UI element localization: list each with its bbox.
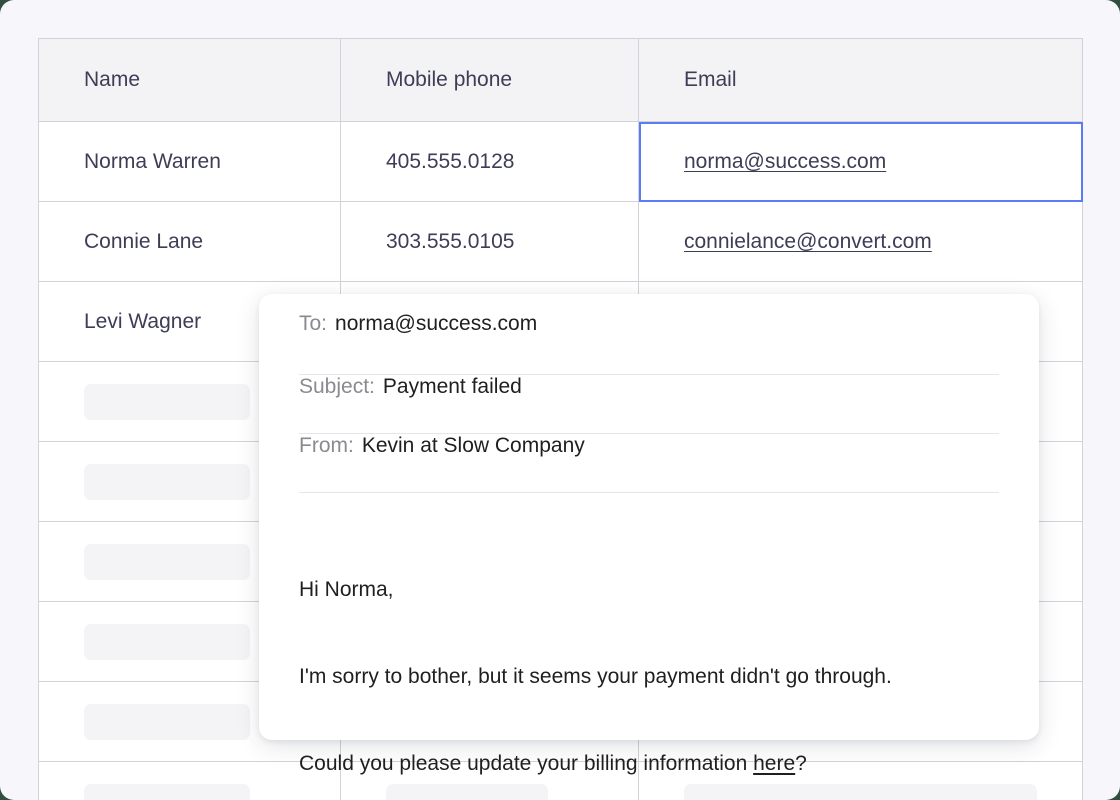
cell-phone[interactable]: 405.555.0128 [340, 121, 639, 202]
skeleton-bar [84, 623, 250, 660]
cell-email[interactable]: connielance@convert.com [638, 201, 1083, 282]
email-subject-label: Subject: [299, 375, 375, 398]
email-link[interactable]: norma@success.com [684, 150, 886, 173]
cell-phone[interactable]: 303.555.0105 [340, 201, 639, 282]
cell-placeholder [38, 761, 341, 800]
cell-name[interactable]: Norma Warren [38, 121, 341, 202]
email-body-text-before: Could you please update your billing inf… [299, 752, 754, 775]
email-body-line-with-link: Could you please update your billing inf… [299, 749, 999, 778]
email-body: Hi Norma, I'm sorry to bother, but it se… [299, 517, 999, 800]
column-header-mobile-phone[interactable]: Mobile phone [340, 38, 639, 122]
cell-email-focused[interactable]: norma@success.com [638, 121, 1083, 202]
email-from-row: From: Kevin at Slow Company [299, 434, 999, 493]
skeleton-bar [84, 463, 250, 500]
skeleton-bar [84, 703, 250, 740]
email-body-text-after: ? [795, 752, 807, 775]
cell-name[interactable]: Connie Lane [38, 201, 341, 282]
email-from-value: Kevin at Slow Company [361, 434, 585, 457]
skeleton-bar [84, 543, 250, 580]
column-header-name[interactable]: Name [38, 38, 341, 122]
table-row: Norma Warren 405.555.0128 norma@success.… [38, 121, 1083, 202]
column-header-email[interactable]: Email [638, 38, 1083, 122]
email-preview-card: To: norma@success.com Subject: Payment f… [259, 294, 1039, 775]
table-row: Connie Lane 303.555.0105 connielance@con… [38, 201, 1083, 282]
table-header-row: Name Mobile phone Email [38, 38, 1083, 122]
email-link[interactable]: connielance@convert.com [684, 230, 932, 253]
table-header: Name Mobile phone Email [38, 38, 1083, 122]
email-from-label: From: [299, 434, 354, 457]
skeleton-bar [84, 383, 250, 420]
email-subject-value: Payment failed [382, 375, 522, 398]
email-subject-row: Subject: Payment failed [299, 375, 999, 434]
email-to-label: To: [299, 312, 328, 335]
email-to-value: norma@success.com [335, 312, 538, 335]
billing-information-link[interactable]: here [753, 752, 795, 775]
email-to-row: To: norma@success.com [299, 294, 999, 375]
skeleton-bar [84, 783, 250, 800]
email-body-line: I'm sorry to bother, but it seems your p… [299, 665, 892, 688]
page-root: Name Mobile phone Email Norma Warren 405… [0, 0, 1120, 800]
email-body-line: Hi Norma, [299, 578, 394, 601]
